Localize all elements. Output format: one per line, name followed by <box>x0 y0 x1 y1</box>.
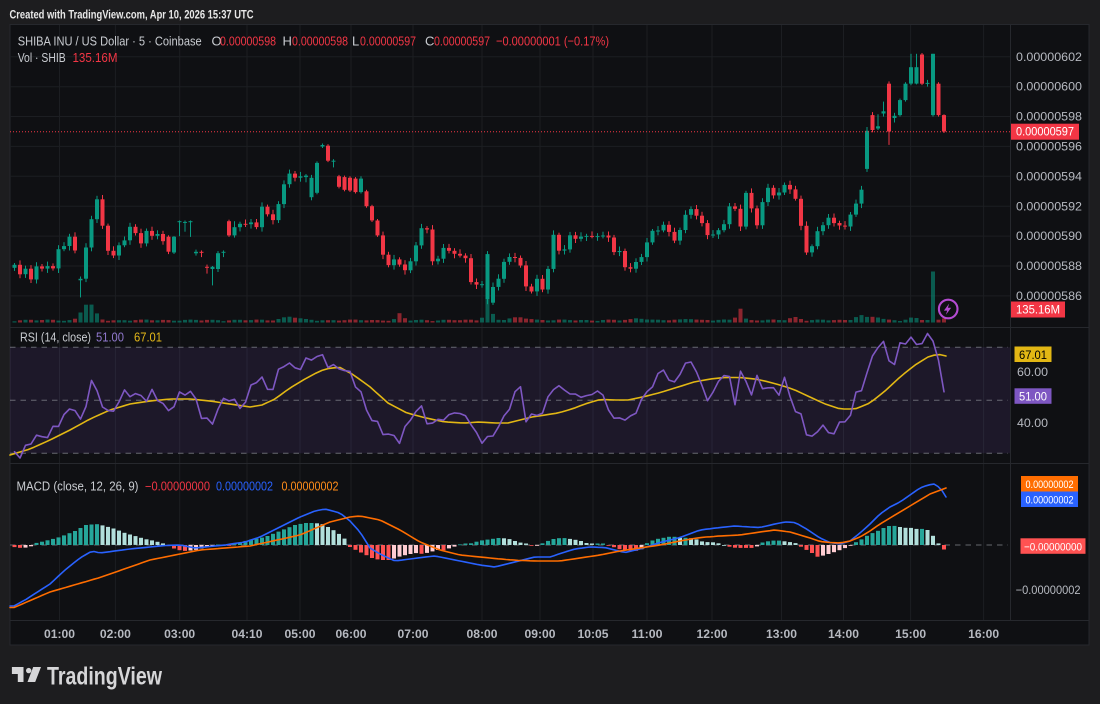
svg-text:67.01: 67.01 <box>1019 350 1047 362</box>
svg-text:0.00000002: 0.00000002 <box>216 480 273 494</box>
svg-text:MACD (close, 12, 26, 9): MACD (close, 12, 26, 9) <box>17 480 139 494</box>
svg-text:135.16M: 135.16M <box>73 50 118 65</box>
svg-text:0.00000597: 0.00000597 <box>360 34 416 49</box>
svg-text:0.00000588: 0.00000588 <box>1016 259 1082 273</box>
svg-text:RSI (14, close): RSI (14, close) <box>20 331 91 345</box>
svg-text:0.00000598: 0.00000598 <box>220 34 276 49</box>
svg-text:16:00: 16:00 <box>968 627 999 641</box>
svg-text:0.00000602: 0.00000602 <box>1016 50 1082 64</box>
svg-text:SHIBA INU / US Dollar · 5 · Co: SHIBA INU / US Dollar · 5 · Coinbase <box>18 34 202 49</box>
svg-text:0.00000598: 0.00000598 <box>292 34 348 49</box>
svg-text:0.00000002: 0.00000002 <box>1026 495 1074 507</box>
svg-text:L: L <box>352 34 359 49</box>
svg-text:0.00000590: 0.00000590 <box>1016 229 1082 243</box>
svg-text:135.16M: 135.16M <box>1016 303 1060 317</box>
svg-text:60.00: 60.00 <box>1017 365 1048 379</box>
svg-text:0.00000594: 0.00000594 <box>1016 169 1082 183</box>
svg-text:0.00000596: 0.00000596 <box>1016 139 1082 153</box>
svg-text:11:00: 11:00 <box>632 627 663 641</box>
svg-text:0.00000598: 0.00000598 <box>1016 110 1082 124</box>
svg-text:0.00000002: 0.00000002 <box>1026 479 1074 491</box>
svg-text:0.00000592: 0.00000592 <box>1016 199 1082 213</box>
svg-text:05:00: 05:00 <box>285 627 316 641</box>
svg-text:0.00000586: 0.00000586 <box>1016 289 1082 303</box>
svg-text:0.00000600: 0.00000600 <box>1016 80 1082 94</box>
svg-text:13:00: 13:00 <box>766 627 797 641</box>
svg-text:04:10: 04:10 <box>232 627 263 641</box>
svg-text:0.00000597: 0.00000597 <box>434 34 490 49</box>
svg-text:07:00: 07:00 <box>398 627 429 641</box>
svg-text:08:00: 08:00 <box>467 627 498 641</box>
svg-text:−0.00000000: −0.00000000 <box>145 480 210 494</box>
svg-text:09:00: 09:00 <box>525 627 556 641</box>
svg-text:01:00: 01:00 <box>44 627 75 641</box>
svg-text:−0.00000000: −0.00000000 <box>1024 542 1082 554</box>
svg-text:40.00: 40.00 <box>1017 416 1048 430</box>
svg-text:02:00: 02:00 <box>100 627 131 641</box>
svg-text:TradingView: TradingView <box>47 663 162 691</box>
svg-text:0.00000597: 0.00000597 <box>1016 125 1074 139</box>
svg-text:Vol · SHIB: Vol · SHIB <box>18 50 66 65</box>
svg-text:C: C <box>425 34 434 49</box>
svg-text:03:00: 03:00 <box>164 627 195 641</box>
svg-text:−0.00000002: −0.00000002 <box>1016 583 1081 597</box>
svg-text:H: H <box>283 34 292 49</box>
svg-text:10:05: 10:05 <box>578 627 609 641</box>
svg-text:51.00: 51.00 <box>1019 392 1047 404</box>
svg-text:67.01: 67.01 <box>134 331 162 345</box>
svg-text:51.00: 51.00 <box>96 331 124 345</box>
svg-text:15:00: 15:00 <box>895 627 926 641</box>
svg-text:12:00: 12:00 <box>697 627 728 641</box>
svg-text:14:00: 14:00 <box>828 627 859 641</box>
svg-text:06:00: 06:00 <box>336 627 367 641</box>
svg-text:−0.00000001 (−0.17%): −0.00000001 (−0.17%) <box>496 34 609 49</box>
svg-text:0.00000002: 0.00000002 <box>282 480 339 494</box>
svg-text:Created with TradingView.com,: Created with TradingView.com, Apr 10, 20… <box>10 8 254 22</box>
